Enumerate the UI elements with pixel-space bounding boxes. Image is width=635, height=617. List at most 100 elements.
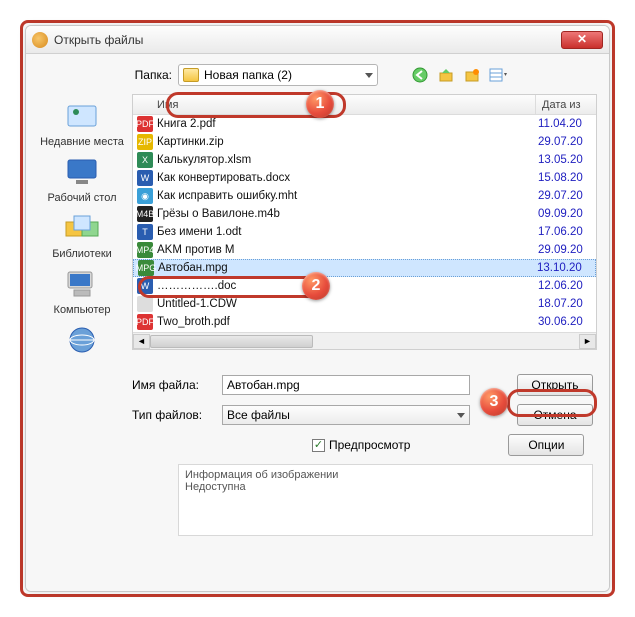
file-row[interactable]: MP4 AKM против M29.09.20 <box>133 241 596 259</box>
file-date: 29.09.20 <box>538 244 596 256</box>
nav-icons <box>410 65 508 85</box>
file-list-area: Имя Дата из PDF Книга 2.pdf11.04.20 ZIP Кар… <box>132 94 597 350</box>
chevron-down-icon <box>457 413 465 418</box>
file-name: Untitled-1.CDW <box>157 298 538 310</box>
file-row[interactable]: ◉Как исправить ошибку.mht29.07.20 <box>133 187 596 205</box>
scroll-right-icon[interactable]: ► <box>579 334 596 349</box>
file-icon: T <box>137 224 153 240</box>
filetype-label: Тип файлов: <box>132 408 212 422</box>
place-network[interactable] <box>36 322 128 360</box>
file-icon: W <box>137 170 153 186</box>
file-row[interactable]: PDFTwo_broth.pdf30.06.20 <box>133 313 596 331</box>
window-title: Открыть файлы <box>54 33 561 47</box>
image-info-box: Информация об изображении Недоступна <box>178 464 593 536</box>
file-name: Книга 2.pdf <box>157 118 538 130</box>
file-date: 09.09.20 <box>538 208 596 220</box>
filename-input[interactable] <box>222 375 470 395</box>
horizontal-scrollbar[interactable]: ◄ ► <box>133 332 596 349</box>
scroll-track[interactable] <box>150 334 579 349</box>
file-date: 29.07.20 <box>538 190 596 202</box>
place-label: Компьютер <box>36 304 128 316</box>
place-label: Библиотеки <box>36 248 128 260</box>
file-icon: W <box>137 278 153 294</box>
file-name: Картинки.zip <box>157 136 538 148</box>
preview-row: ✓ Предпросмотр Опции <box>312 434 597 456</box>
file-date: 18.07.20 <box>538 298 596 310</box>
file-header: Имя Дата из <box>133 95 596 115</box>
place-libraries[interactable]: Библиотеки <box>36 210 128 260</box>
folder-combo[interactable]: Новая папка (2) <box>178 64 378 86</box>
file-row[interactable]: T Без имени 1.odt17.06.20 <box>133 223 596 241</box>
file-row[interactable]: ZIP Картинки.zip29.07.20 <box>133 133 596 151</box>
file-row[interactable]: PDF Книга 2.pdf11.04.20 <box>133 115 596 133</box>
filetype-value: Все файлы <box>227 408 290 422</box>
file-date: 30.06.20 <box>538 316 596 328</box>
file-name: Грёзы о Вавилоне.m4b <box>157 208 538 220</box>
place-desktop[interactable]: Рабочий стол <box>36 154 128 204</box>
filename-label: Имя файла: <box>132 378 212 392</box>
new-folder-icon[interactable] <box>462 65 482 85</box>
file-name: Как конвертировать.docx <box>157 172 538 184</box>
place-computer[interactable]: Компьютер <box>36 266 128 316</box>
preview-checkbox[interactable]: ✓ <box>312 439 325 452</box>
app-icon <box>32 32 48 48</box>
file-icon: X <box>137 152 153 168</box>
file-icon: ZIP <box>137 134 153 150</box>
preview-label: Предпросмотр <box>329 438 410 452</box>
file-name: Автобан.mpg <box>158 262 537 274</box>
filetype-combo[interactable]: Все файлы <box>222 405 470 425</box>
options-button[interactable]: Опции <box>508 434 584 456</box>
file-list[interactable]: PDFКнига 2.pdf11.04.20ZIPКартинки.zip29.… <box>133 115 596 331</box>
place-recent[interactable]: Недавние места <box>36 98 128 148</box>
file-name: Two_broth.pdf <box>157 316 538 328</box>
filename-row: Имя файла: Открыть <box>132 374 597 396</box>
folder-row: Папка: Новая папка (2) <box>126 64 597 86</box>
file-date: 17.06.20 <box>538 226 596 238</box>
place-label: Недавние места <box>36 136 128 148</box>
dialog-window: Открыть файлы ✕ Папка: Новая папка (2) <box>25 25 610 592</box>
file-name: AKM против M <box>157 244 538 256</box>
cancel-button[interactable]: Отмена <box>517 404 593 426</box>
file-row[interactable]: W…………….doc12.06.20 <box>133 277 596 295</box>
column-date[interactable]: Дата из <box>536 95 596 114</box>
folder-icon <box>183 68 199 82</box>
column-name[interactable]: Имя <box>133 95 536 114</box>
file-row[interactable]: MPGАвтобан.mpg13.10.20 <box>133 259 596 277</box>
file-row[interactable]: X Калькулятор.xlsm13.05.20 <box>133 151 596 169</box>
dialog-body: Папка: Новая папка (2) Недавние места <box>26 54 609 591</box>
file-icon: M4B <box>137 206 153 222</box>
scroll-left-icon[interactable]: ◄ <box>133 334 150 349</box>
view-icon[interactable] <box>488 65 508 85</box>
folder-value: Новая папка (2) <box>204 68 292 82</box>
places-sidebar: Недавние места Рабочий стол Библиотеки К… <box>36 94 128 360</box>
file-row[interactable]: W Как конвертировать.docx15.08.20 <box>133 169 596 187</box>
file-row[interactable]: M4B Грёзы о Вавилоне.m4b09.09.20 <box>133 205 596 223</box>
file-date: 13.05.20 <box>538 154 596 166</box>
info-title: Информация об изображении <box>185 469 586 481</box>
file-date: 29.07.20 <box>538 136 596 148</box>
file-date: 15.08.20 <box>538 172 596 184</box>
folder-label: Папка: <box>126 68 172 82</box>
up-icon[interactable] <box>436 65 456 85</box>
file-date: 13.10.20 <box>537 262 595 274</box>
file-date: 12.06.20 <box>538 280 596 292</box>
close-button[interactable]: ✕ <box>561 31 603 49</box>
file-icon: PDF <box>137 116 153 132</box>
back-icon[interactable] <box>410 65 430 85</box>
file-name: Калькулятор.xlsm <box>157 154 538 166</box>
scroll-thumb[interactable] <box>150 335 313 348</box>
titlebar: Открыть файлы ✕ <box>26 26 609 54</box>
file-icon <box>137 296 153 312</box>
filetype-row: Тип файлов: Все файлы Отмена <box>132 404 597 426</box>
open-button[interactable]: Открыть <box>517 374 593 396</box>
info-text: Недоступна <box>185 481 586 493</box>
chevron-down-icon <box>365 73 373 78</box>
file-icon: ◉ <box>137 188 153 204</box>
file-date: 11.04.20 <box>538 118 596 130</box>
file-icon: MP4 <box>137 242 153 258</box>
file-name: Без имени 1.odt <box>157 226 538 238</box>
lower-section: Имя файла: Открыть Тип файлов: Все файлы… <box>132 374 597 536</box>
file-row[interactable]: Untitled-1.CDW18.07.20 <box>133 295 596 313</box>
place-label: Рабочий стол <box>36 192 128 204</box>
main-row: Недавние места Рабочий стол Библиотеки К… <box>36 94 597 360</box>
